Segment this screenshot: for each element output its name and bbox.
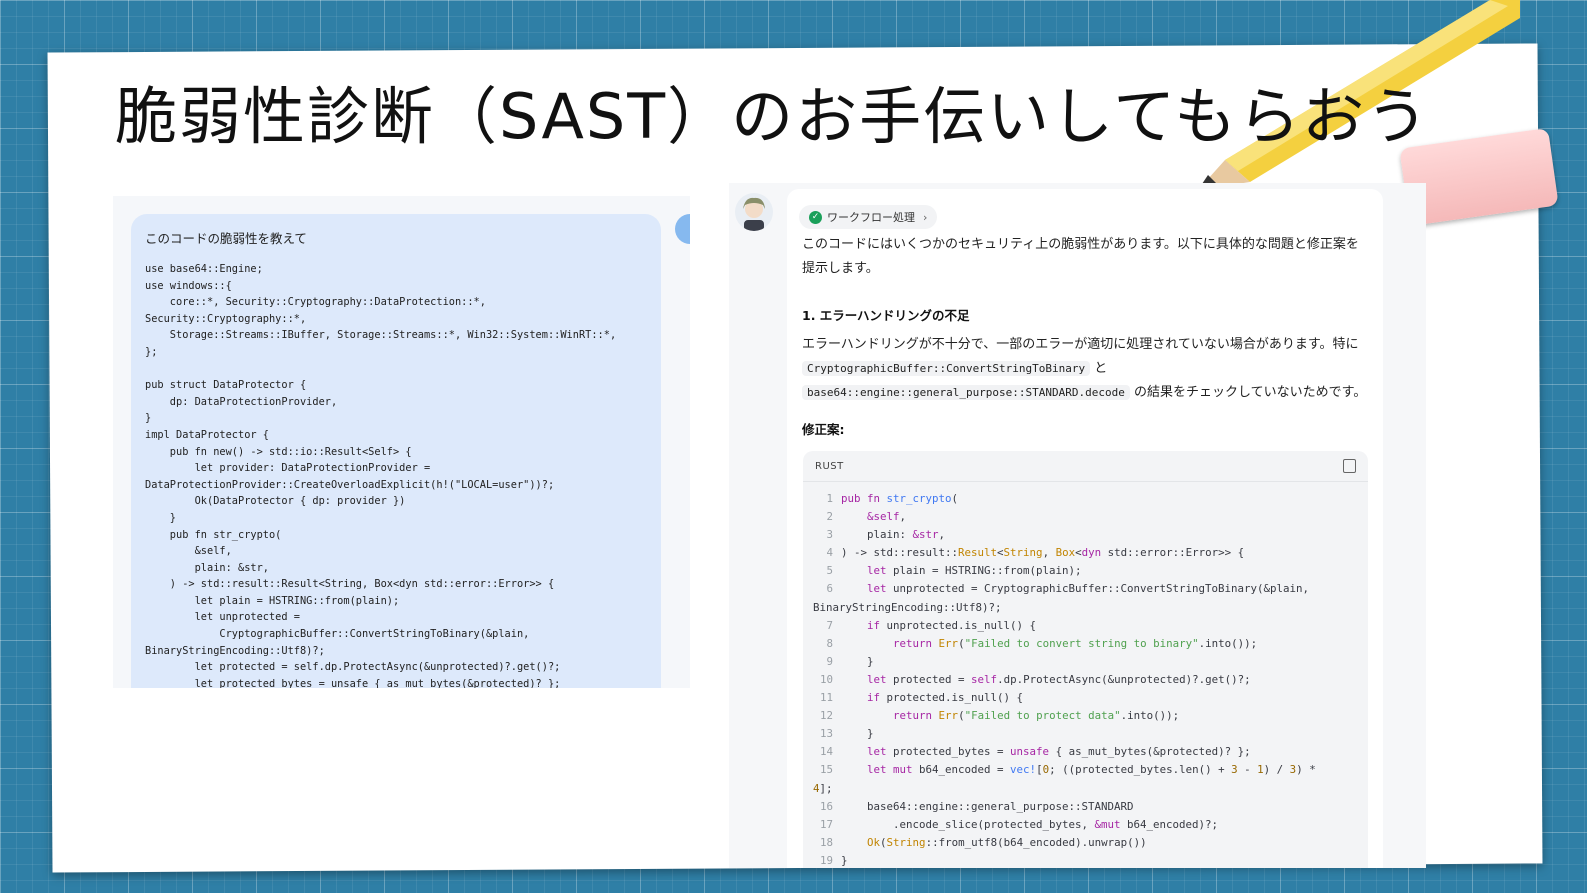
code-header: RUST bbox=[803, 451, 1368, 482]
user-message-screenshot: このコードの脆弱性を教えて use base64::Engine; use wi… bbox=[113, 196, 690, 688]
code-lines: 1 pub fn str_crypto( 2 &self, 3 plain: &s… bbox=[813, 492, 1316, 867]
slide-title: 脆弱性診断（SAST）のお手伝いしてもらおう bbox=[115, 80, 1431, 153]
answer-intro: このコードにはいくつかのセキュリティ上の脆弱性があります。以下に具体的な問題と修… bbox=[802, 237, 1359, 276]
issue-heading: 1. エラーハンドリングの不足 bbox=[802, 308, 970, 323]
workflow-chip[interactable]: ✓ ワークフロー処理 › bbox=[799, 205, 938, 229]
code-ref-convert: CryptographicBuffer::ConvertStringToBina… bbox=[802, 361, 1091, 376]
bot-avatar bbox=[735, 193, 773, 231]
user-message-bubble: このコードの脆弱性を教えて use base64::Engine; use wi… bbox=[131, 214, 661, 688]
workflow-label: ワークフロー処理 bbox=[827, 211, 915, 224]
code-ref-decode: base64::engine::general_purpose::STANDAR… bbox=[802, 385, 1130, 400]
user-code-block: use base64::Engine; use windows::{ core:… bbox=[145, 263, 617, 688]
chevron-right-icon: › bbox=[923, 210, 928, 224]
assistant-answer-screenshot: ✓ ワークフロー処理 › このコードにはいくつかのセキュリティ上の脆弱性がありま… bbox=[729, 183, 1426, 868]
connector-text: と bbox=[1094, 361, 1108, 376]
issue-text-suffix: の結果をチェックしていないためです。 bbox=[1134, 385, 1367, 400]
code-language: RUST bbox=[815, 460, 844, 472]
check-icon: ✓ bbox=[809, 210, 822, 224]
user-question: このコードの脆弱性を教えて bbox=[145, 231, 307, 246]
fix-label: 修正案: bbox=[802, 422, 845, 437]
issue-description: エラーハンドリングが不十分で、一部のエラーが適切に処理されていない場合があります… bbox=[802, 333, 1367, 405]
copy-icon[interactable] bbox=[1343, 459, 1356, 473]
code-block: RUST 1 pub fn str_crypto( 2 &self, 3 plai… bbox=[803, 451, 1368, 868]
user-avatar bbox=[675, 214, 690, 244]
issue-text-prefix: エラーハンドリングが不十分で、一部のエラーが適切に処理されていない場合があります… bbox=[802, 337, 1359, 352]
